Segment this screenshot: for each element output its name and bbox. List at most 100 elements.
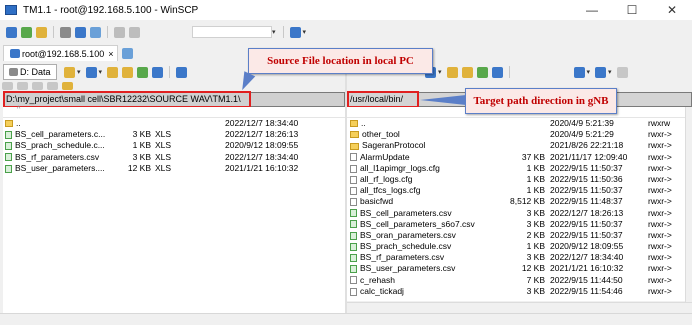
filter-icon[interactable] bbox=[85, 66, 97, 78]
synchronize-icon[interactable] bbox=[6, 26, 17, 38]
changed-cell: 2020/9/12 18:09:55 bbox=[225, 140, 299, 151]
right-file-row[interactable]: SageranProtocol 2021/8/26 22:21:18 rwxr-> bbox=[347, 140, 685, 151]
rights-cell: rwxr-> bbox=[648, 229, 672, 240]
size-cell: 3 KB bbox=[526, 218, 545, 229]
name-cell: BS_cell_parameters_s6o7.csv bbox=[350, 219, 475, 230]
size-cell: 7 KB bbox=[526, 274, 545, 285]
queue-icon[interactable] bbox=[36, 26, 47, 38]
right-file-row[interactable]: .. 2020/4/9 5:21:39 rwxrw bbox=[347, 118, 685, 129]
toolbar-separator bbox=[282, 26, 284, 38]
close-window-button[interactable]: ✕ bbox=[652, 0, 692, 20]
right-file-row[interactable]: AlarmUpdate 37 KB 2021/11/17 12:09:40 rwxr-… bbox=[347, 152, 685, 163]
panel-splitter[interactable] bbox=[345, 64, 347, 313]
chevron-down-icon[interactable]: ▾ bbox=[438, 68, 442, 76]
refresh-icon[interactable] bbox=[476, 66, 488, 78]
properties-icon[interactable] bbox=[47, 82, 58, 90]
rights-cell: rwxr-> bbox=[648, 207, 672, 218]
sort-indicator-icon: ^ bbox=[17, 106, 21, 113]
left-file-row[interactable]: BS_prach_schedule.c... 1 KB XLS 2020/9/12 1… bbox=[3, 140, 345, 151]
chevron-down-icon[interactable]: ▾ bbox=[77, 68, 81, 76]
file-icon bbox=[350, 164, 357, 173]
changed-cell: 2022/12/7 18:26:13 bbox=[225, 129, 299, 140]
forward-arrow-icon[interactable] bbox=[616, 66, 628, 78]
left-file-row[interactable]: BS_rf_parameters.csv 3 KB XLS 2022/12/7 18:… bbox=[3, 152, 345, 163]
right-file-row[interactable]: all_l1apimgr_logs.cfg 1 KB 2022/9/15 11:50… bbox=[347, 163, 685, 174]
compare-icon[interactable] bbox=[21, 26, 32, 38]
parent-dir-icon[interactable] bbox=[107, 66, 119, 78]
terminal-icon[interactable] bbox=[75, 26, 86, 38]
home-icon[interactable] bbox=[491, 66, 503, 78]
right-file-row[interactable]: c_rehash 7 KB 2022/9/15 11:44:50 rwxr-> bbox=[347, 275, 685, 286]
changed-cell: 2022/9/15 11:54:46 bbox=[550, 285, 623, 296]
putty-icon[interactable] bbox=[90, 26, 101, 38]
preferences-icon[interactable] bbox=[114, 26, 125, 38]
right-file-row[interactable]: other_tool 2020/4/9 5:21:29 rwxr-> bbox=[347, 129, 685, 140]
refresh-icon[interactable] bbox=[137, 66, 149, 78]
right-file-row[interactable]: calc_tickadj 3 KB 2022/9/15 11:54:46 rwxr-> bbox=[347, 286, 685, 297]
new-folder-icon[interactable] bbox=[62, 82, 73, 90]
chevron-down-icon[interactable]: ▾ bbox=[303, 28, 307, 36]
chevron-down-icon[interactable]: ▾ bbox=[272, 28, 276, 36]
home-icon[interactable] bbox=[152, 66, 164, 78]
chevron-down-icon[interactable]: ▾ bbox=[587, 68, 591, 76]
right-file-row[interactable]: basicfwd 8,512 KB 2022/9/15 11:48:37 rwxr-> bbox=[347, 196, 685, 207]
root-dir-icon[interactable] bbox=[122, 66, 134, 78]
root-dir-icon[interactable] bbox=[461, 66, 473, 78]
transfer-settings-icon[interactable] bbox=[60, 26, 71, 38]
new-tab-icon[interactable] bbox=[122, 47, 134, 59]
upload-icon[interactable] bbox=[2, 82, 13, 90]
target-callout-pointer bbox=[420, 95, 466, 105]
maximize-button[interactable]: ☐ bbox=[612, 0, 652, 20]
size-cell: 1 KB bbox=[526, 162, 545, 173]
session-tab[interactable]: root@192.168.5.100 × bbox=[3, 45, 119, 61]
right-vertical-scrollbar[interactable] bbox=[685, 107, 692, 302]
csv-file-icon bbox=[5, 130, 12, 139]
transfer-settings-dropdown[interactable] bbox=[192, 26, 272, 38]
right-horizontal-scrollbar[interactable] bbox=[347, 302, 692, 313]
settings-icon[interactable] bbox=[129, 26, 140, 38]
name-cell: BS_oran_parameters.csv bbox=[350, 230, 456, 241]
chevron-down-icon[interactable]: ▾ bbox=[608, 68, 612, 76]
left-file-row[interactable]: BS_cell_parameters.c... 3 KB XLS 2022/12/7 … bbox=[3, 129, 345, 140]
right-file-row[interactable]: BS_cell_parameters.csv 3 KB 2022/12/7 18:2… bbox=[347, 208, 685, 219]
parent-dir-icon[interactable] bbox=[446, 66, 458, 78]
name-cell: .. bbox=[5, 118, 21, 129]
csv-file-icon bbox=[350, 220, 357, 229]
name-cell: BS_cell_parameters.csv bbox=[350, 208, 452, 219]
right-file-row[interactable]: all_rf_logs.cfg 1 KB 2022/9/15 11:50:36 rwx… bbox=[347, 174, 685, 185]
left-file-row[interactable]: BS_user_parameters.... 12 KB XLS 2021/1/21 … bbox=[3, 163, 345, 174]
title-bar: TM1.1 - root@192.168.5.100 - WinSCP — ☐ … bbox=[0, 0, 692, 20]
changed-cell: 2022/9/15 11:44:50 bbox=[550, 274, 623, 285]
right-file-row[interactable]: BS_rf_parameters.csv 3 KB 2022/12/7 18:34:… bbox=[347, 252, 685, 263]
right-file-row[interactable]: BS_oran_parameters.csv 2 KB 2022/9/15 11:5… bbox=[347, 230, 685, 241]
chevron-down-icon[interactable]: ▾ bbox=[99, 68, 103, 76]
rights-cell: rwxr-> bbox=[648, 129, 672, 140]
right-path-highlight bbox=[347, 91, 419, 108]
right-file-row[interactable]: BS_cell_parameters_s6o7.csv 3 KB 2022/9/15… bbox=[347, 219, 685, 230]
edit-icon[interactable] bbox=[17, 82, 28, 90]
right-file-row[interactable]: BS_prach_schedule.csv 1 KB 2020/9/12 18:09… bbox=[347, 241, 685, 252]
minimize-button[interactable]: — bbox=[572, 0, 612, 20]
drive-selector[interactable]: D: Data bbox=[3, 64, 57, 80]
changed-cell: 2022/12/7 18:34:40 bbox=[225, 118, 299, 128]
left-path-highlight bbox=[3, 91, 251, 108]
right-status-bar bbox=[346, 313, 692, 325]
open-folder-icon[interactable] bbox=[64, 66, 75, 78]
delete-icon[interactable] bbox=[32, 82, 43, 90]
name-cell: AlarmUpdate bbox=[350, 152, 410, 163]
changed-cell: 2021/11/17 12:09:40 bbox=[550, 151, 628, 162]
csv-file-icon bbox=[5, 142, 12, 151]
tab-close-icon[interactable]: × bbox=[108, 49, 113, 59]
size-cell: 1 KB bbox=[132, 140, 151, 151]
right-file-row[interactable]: all_tfcs_logs.cfg 1 KB 2022/9/15 11:50:37 r… bbox=[347, 185, 685, 196]
new-session-icon[interactable] bbox=[289, 26, 301, 38]
left-file-row[interactable]: .. 2022/12/7 18:34:40 bbox=[3, 118, 345, 129]
toolbar-separator bbox=[53, 26, 54, 38]
back-arrow-icon[interactable] bbox=[595, 66, 607, 78]
right-file-row[interactable]: BS_user_parameters.csv 12 KB 2021/1/21 16:… bbox=[347, 263, 685, 274]
changed-cell: 2022/9/15 11:50:36 bbox=[550, 173, 623, 184]
find-icon[interactable] bbox=[573, 66, 585, 78]
name-cell: c_rehash bbox=[350, 275, 395, 286]
parent-folder-icon bbox=[5, 120, 13, 128]
back-arrow-icon[interactable] bbox=[176, 66, 188, 78]
